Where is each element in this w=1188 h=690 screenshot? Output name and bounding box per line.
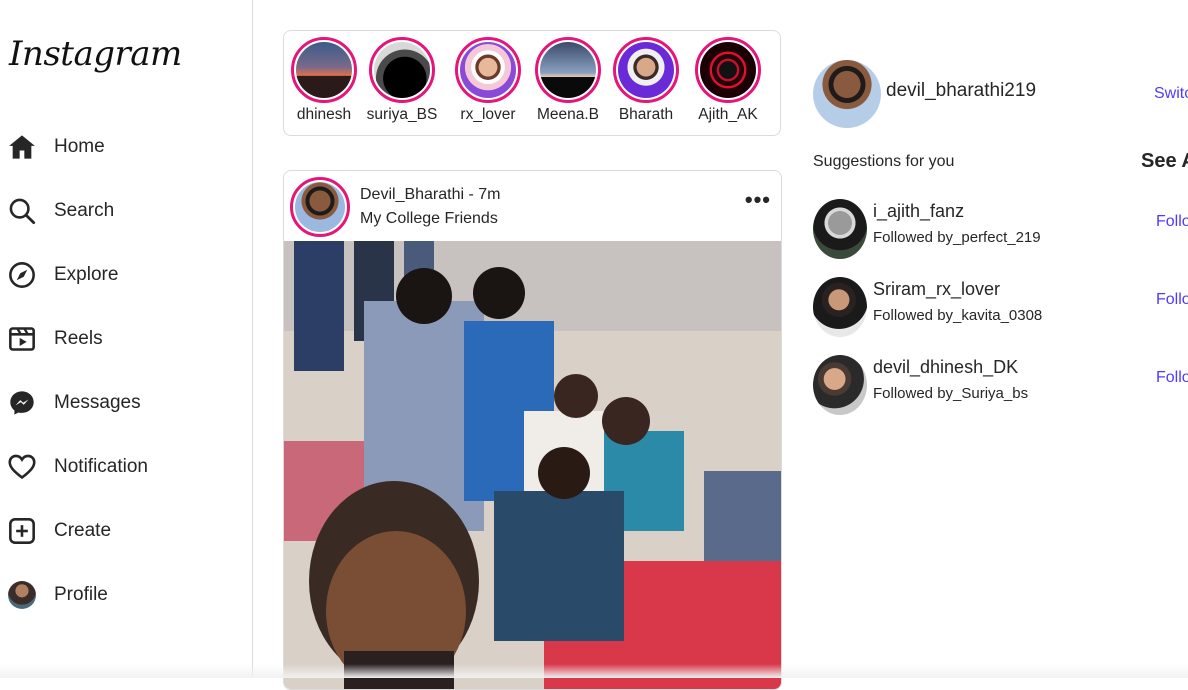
suggestion-item: Sriram_rx_lover Followed by_kavita_0308 … — [813, 277, 1188, 339]
sidebar-item-label: Reels — [54, 328, 103, 349]
heart-icon — [8, 453, 36, 481]
story-item[interactable]: Meena.B — [532, 37, 604, 124]
story-item[interactable]: Ajith_AK — [692, 37, 764, 124]
story-avatar — [296, 42, 352, 98]
current-user-avatar[interactable] — [813, 60, 881, 128]
story-name: suriya_BS — [366, 106, 438, 123]
post-caption: My College Friends — [360, 210, 498, 227]
story-avatar — [540, 42, 596, 98]
suggestion-username[interactable]: i_ajith_fanz — [873, 201, 964, 222]
suggestions-title: Suggestions for you — [813, 153, 955, 170]
plus-square-icon — [8, 517, 36, 545]
suggestion-username[interactable]: Sriram_rx_lover — [873, 279, 1000, 300]
follow-button[interactable]: Follow — [1156, 291, 1188, 309]
sidebar-item-home[interactable]: Home — [8, 127, 105, 167]
post-username[interactable]: Devil_Bharathi - 7m — [360, 186, 501, 204]
current-username[interactable]: devil_bharathi219 — [886, 80, 1036, 102]
suggestion-followed-by: Followed by_kavita_0308 — [873, 307, 1043, 324]
stories-bar: dhinesh suriya_BS rx_lover Meena.B Bhara… — [283, 30, 781, 136]
sidebar-item-search[interactable]: Search — [8, 191, 114, 231]
story-item[interactable]: Bharath — [610, 37, 682, 124]
sidebar-item-label: Messages — [54, 392, 141, 413]
sidebar-item-notification[interactable]: Notification — [8, 447, 148, 487]
sidebar-item-messages[interactable]: Messages — [8, 383, 141, 423]
feed-post: Devil_Bharathi - 7m My College Friends •… — [283, 170, 782, 690]
suggestion-username[interactable]: devil_dhinesh_DK — [873, 357, 1018, 378]
instagram-logo[interactable]: Instagram — [9, 34, 182, 74]
compass-icon — [8, 261, 36, 289]
sidebar-item-create[interactable]: Create — [8, 511, 111, 551]
suggestion-item: i_ajith_fanz Followed by_perfect_219 Fol… — [813, 199, 1188, 261]
suggestion-avatar[interactable] — [813, 277, 867, 337]
suggestion-followed-by: Followed by_Suriya_bs — [873, 385, 1029, 402]
sidebar-item-profile[interactable]: Profile — [8, 575, 108, 615]
story-name: dhinesh — [296, 106, 352, 123]
search-icon — [8, 197, 36, 225]
suggestion-item: devil_dhinesh_DK Followed by_Suriya_bs F… — [813, 355, 1188, 417]
story-avatar — [700, 42, 756, 98]
suggestion-avatar[interactable] — [813, 199, 867, 259]
suggestion-followed-by: Followed by_perfect_219 — [873, 229, 1041, 246]
sidebar-item-label: Explore — [54, 264, 119, 285]
story-avatar — [618, 42, 674, 98]
reels-icon — [8, 325, 36, 353]
switch-button[interactable]: Switch — [1154, 85, 1188, 103]
story-item[interactable]: rx_lover — [452, 37, 524, 124]
sidebar-item-label: Home — [54, 136, 105, 157]
messenger-icon — [8, 389, 36, 417]
story-name: Ajith_AK — [698, 106, 758, 123]
sidebar-item-explore[interactable]: Explore — [8, 255, 118, 295]
follow-button[interactable]: Follow — [1156, 213, 1188, 231]
story-name: rx_lover — [460, 106, 516, 123]
sidebar-item-label: Notification — [54, 456, 148, 477]
sidebar-item-label: Search — [54, 200, 115, 221]
story-avatar — [374, 42, 430, 98]
sidebar: Instagram Home Search Explore Reels Mess… — [0, 0, 253, 678]
post-avatar[interactable] — [290, 177, 350, 237]
follow-button[interactable]: Follow — [1156, 369, 1188, 387]
see-all-link[interactable]: See All — [1141, 150, 1188, 173]
home-icon — [8, 133, 36, 161]
bottom-edge — [0, 664, 1188, 678]
sidebar-item-label: Profile — [54, 584, 108, 605]
avatar — [8, 581, 36, 609]
sidebar-item-label: Create — [54, 520, 112, 541]
story-avatar — [460, 42, 516, 98]
more-horizontal-icon[interactable]: ••• — [745, 189, 771, 211]
sidebar-item-reels[interactable]: Reels — [8, 319, 103, 359]
story-name: Bharath — [618, 106, 674, 123]
suggestion-avatar[interactable] — [813, 355, 867, 415]
story-item[interactable]: suriya_BS — [366, 37, 438, 124]
post-image[interactable] — [284, 241, 781, 690]
story-item[interactable]: dhinesh — [288, 37, 360, 124]
story-name: Meena.B — [536, 106, 600, 123]
